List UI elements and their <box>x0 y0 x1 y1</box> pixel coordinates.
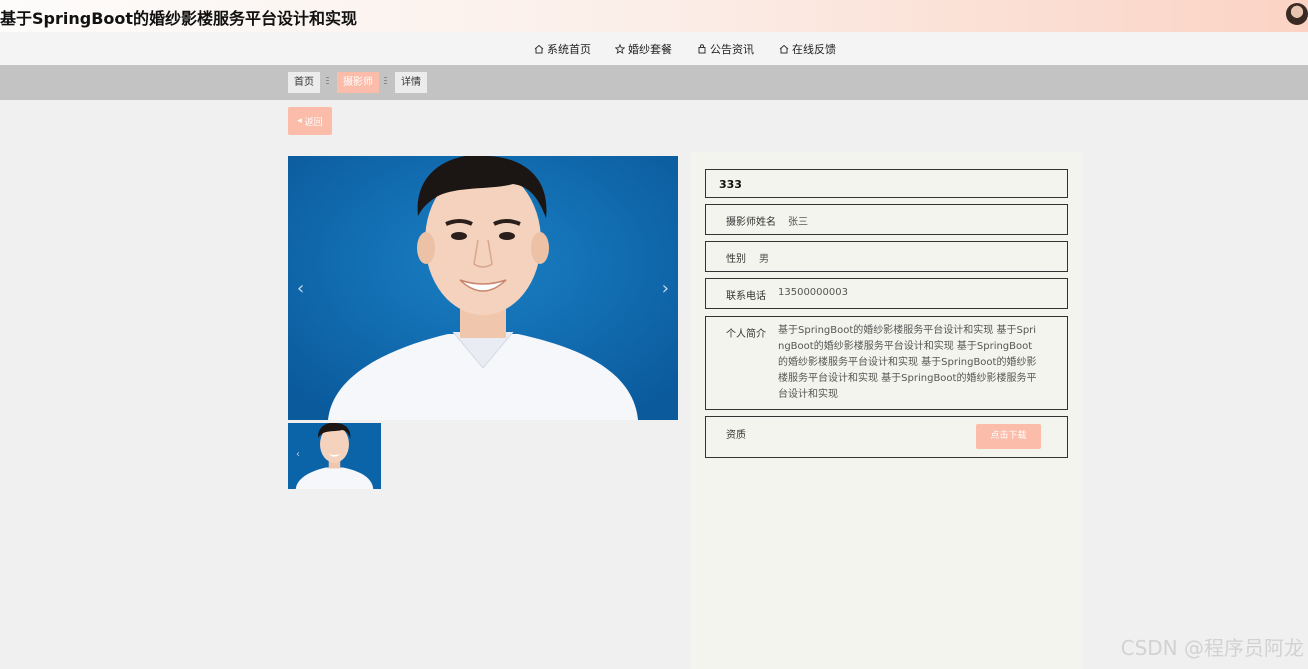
gender-value: 男 <box>759 254 769 265</box>
home-icon <box>534 44 544 54</box>
nav-item-label: 公告资讯 <box>710 43 754 56</box>
nav-item-label: 婚纱套餐 <box>628 43 672 56</box>
phone-label: 联系电话 <box>726 291 766 302</box>
photographer-photo-thumbnail <box>288 423 381 489</box>
gender-row: 性别 男 <box>705 241 1068 272</box>
photo-carousel[interactable]: ‹ › <box>288 156 678 420</box>
phone-value: 13500000003 <box>778 287 848 298</box>
chevron-right-icon[interactable]: › <box>662 280 669 298</box>
user-avatar[interactable] <box>1286 3 1308 25</box>
intro-row: 个人简介 基于SpringBoot的婚纱影楼服务平台设计和实现 基于Spring… <box>705 316 1068 410</box>
certification-label: 资质 <box>726 430 746 441</box>
phone-row: 联系电话 13500000003 <box>705 278 1068 309</box>
breadcrumb-separator <box>384 77 387 87</box>
breadcrumb: 首页 摄影师 详情 <box>0 65 1308 100</box>
nav-item-news[interactable]: 公告资讯 <box>697 41 754 57</box>
watermark: CSDN @程序员阿龙 <box>1120 636 1304 660</box>
nav-item-home[interactable]: 系统首页 <box>534 41 591 57</box>
photographer-name-label: 摄影师姓名 <box>726 217 776 228</box>
chevron-left-icon[interactable]: ‹ <box>296 449 300 460</box>
site-title: 基于SpringBoot的婚纱影楼服务平台设计和实现 <box>0 9 358 28</box>
star-icon <box>615 44 625 54</box>
intro-value: 基于SpringBoot的婚纱影楼服务平台设计和实现 基于SpringBoot的… <box>778 325 1037 400</box>
detail-title-box: 333 <box>705 169 1068 198</box>
breadcrumb-item-home[interactable]: 首页 <box>288 72 320 93</box>
back-button-label: 返回 <box>304 117 323 128</box>
nav-item-feedback[interactable]: 在线反馈 <box>779 41 836 57</box>
nav-item-label: 系统首页 <box>547 43 591 56</box>
back-button[interactable]: ◂ 返回 <box>288 107 332 135</box>
nav-item-label: 在线反馈 <box>792 43 836 56</box>
chevron-left-icon: ◂ <box>297 116 302 126</box>
home-icon <box>779 44 789 54</box>
breadcrumb-item-detail: 详情 <box>395 72 427 93</box>
top-header: 基于SpringBoot的婚纱影楼服务平台设计和实现 <box>0 0 1308 32</box>
breadcrumb-item-photographer[interactable]: 摄影师 <box>337 72 379 93</box>
breadcrumb-separator <box>326 77 329 87</box>
chevron-left-icon[interactable]: ‹ <box>297 280 304 298</box>
nav-item-packages[interactable]: 婚纱套餐 <box>615 41 672 57</box>
main-nav: 系统首页 婚纱套餐 公告资讯 在线反馈 <box>0 32 1308 65</box>
photographer-photo <box>288 156 678 420</box>
gender-label: 性别 <box>726 254 746 265</box>
download-button[interactable]: 点击下载 <box>976 424 1041 449</box>
detail-title: 333 <box>719 178 742 191</box>
photo-thumbnail[interactable]: ‹ <box>288 423 381 489</box>
intro-label: 个人简介 <box>726 329 766 340</box>
certification-row: 资质 点击下载 <box>705 416 1068 458</box>
photographer-name-row: 摄影师姓名 张三 <box>705 204 1068 235</box>
bag-icon <box>698 44 706 54</box>
photographer-name-value: 张三 <box>788 217 808 228</box>
